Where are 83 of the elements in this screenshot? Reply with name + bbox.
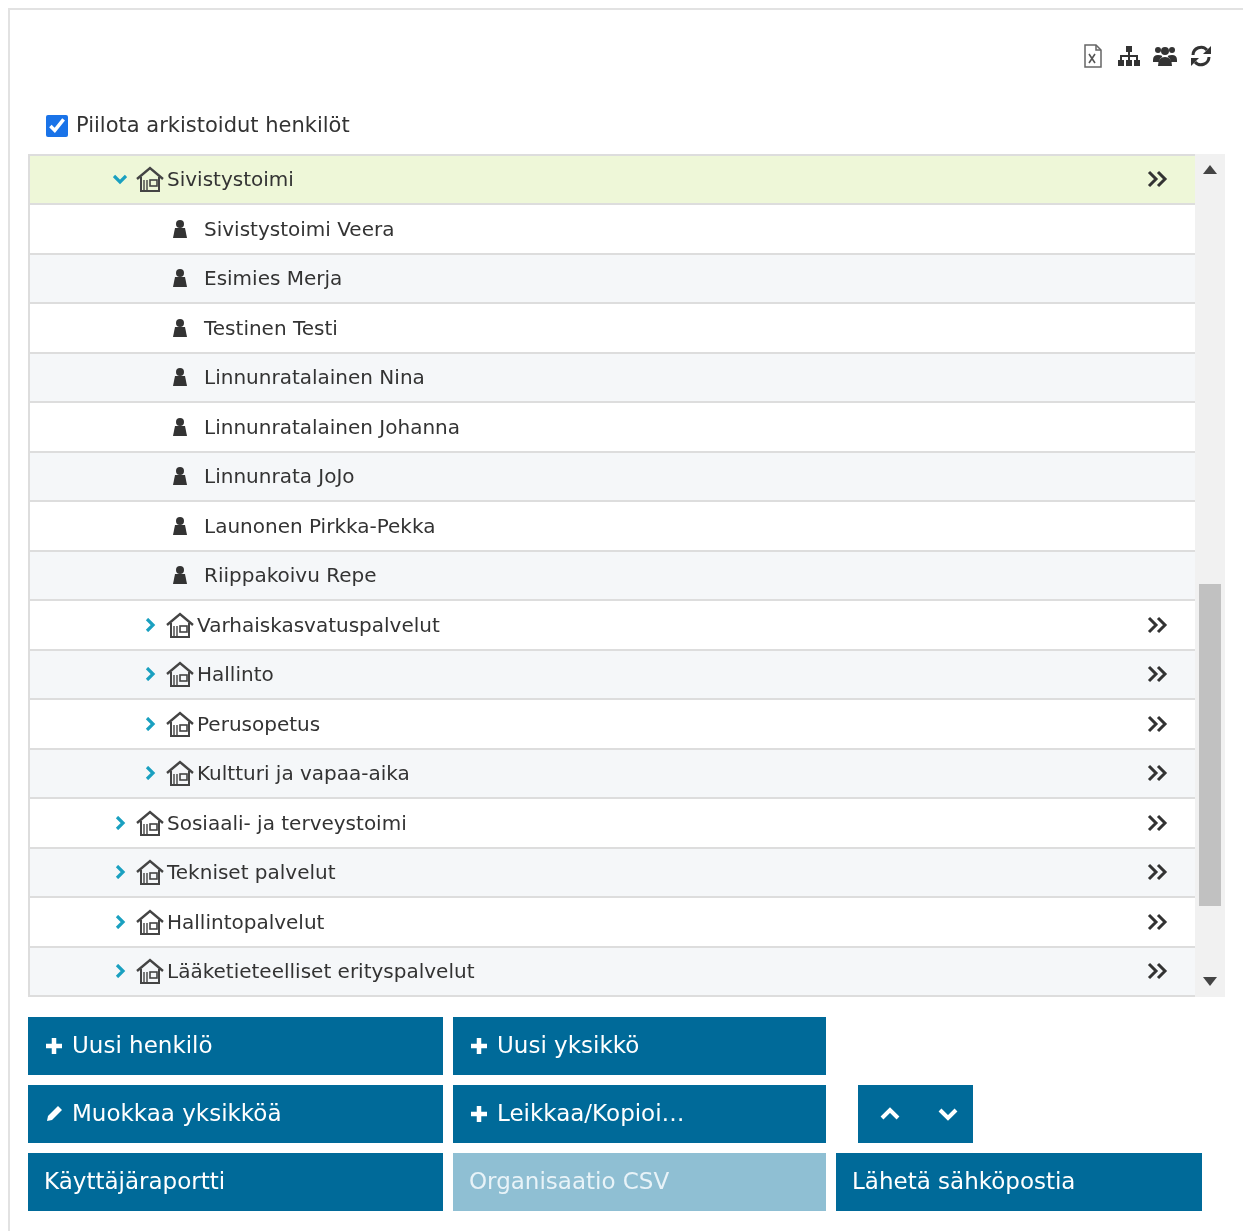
- tree-label: Sivistystoimi: [167, 167, 294, 192]
- house-icon: [165, 759, 195, 788]
- double-chevron-icon[interactable]: [1147, 912, 1169, 931]
- chevron-right-icon[interactable]: [113, 815, 127, 830]
- double-chevron-icon[interactable]: [1147, 665, 1169, 684]
- person-icon: [172, 416, 188, 437]
- tree-label: Riippakoivu Repe: [204, 563, 377, 588]
- tree-label: Kultturi ja vapaa-aika: [197, 761, 410, 786]
- tree-label: Lääketieteelliset erityspalvelut: [167, 959, 475, 984]
- chevron-right-icon[interactable]: [113, 914, 127, 929]
- house-icon: [165, 709, 195, 738]
- chevron-right-icon[interactable]: [143, 766, 157, 781]
- move-up-button[interactable]: [858, 1084, 922, 1143]
- chevron-down-icon[interactable]: [113, 172, 127, 187]
- tree-label: Linnunratalainen Johanna: [204, 414, 461, 439]
- tree-row[interactable]: Hallinto: [30, 650, 1195, 700]
- person-icon: [172, 466, 188, 487]
- double-chevron-icon[interactable]: [1147, 813, 1169, 832]
- action-button[interactable]: Uusi henkilö: [28, 1016, 443, 1075]
- house-icon: [165, 660, 195, 689]
- double-chevron-icon[interactable]: [1147, 714, 1169, 733]
- tree-label: Sosiaali- ja terveystoimi: [167, 810, 407, 835]
- spreadsheet-file-icon[interactable]: [1081, 44, 1105, 68]
- chevron-right-icon[interactable]: [143, 617, 157, 632]
- chevron-right-icon[interactable]: [113, 865, 127, 880]
- refresh-icon[interactable]: [1189, 44, 1213, 68]
- action-button[interactable]: Lähetä sähköpostia: [836, 1152, 1202, 1211]
- chevron-right-icon[interactable]: [113, 964, 127, 979]
- tree-row[interactable]: Riippakoivu Repe: [30, 551, 1195, 601]
- tree-label: Testinen Testi: [204, 315, 338, 340]
- tree-label: Linnunrata JoJo: [204, 464, 355, 489]
- plus-icon: [469, 1035, 489, 1056]
- house-icon: [135, 957, 165, 986]
- move-down-button[interactable]: [922, 1084, 973, 1143]
- org-chart-icon[interactable]: [1117, 44, 1141, 68]
- plus-icon: [469, 1103, 489, 1124]
- tree-label: Esimies Merja: [204, 266, 343, 291]
- tree-row[interactable]: Tekniset palvelut: [30, 848, 1195, 898]
- chevron-right-icon[interactable]: [143, 716, 157, 731]
- tree-label: Sivistystoimi Veera: [204, 216, 395, 241]
- tree-label: Linnunratalainen Nina: [204, 365, 425, 390]
- scroll-up-arrow-icon[interactable]: [1203, 163, 1217, 174]
- plus-icon: [44, 1035, 64, 1056]
- chevron-right-icon[interactable]: [143, 667, 157, 682]
- house-icon: [135, 165, 165, 194]
- double-chevron-icon[interactable]: [1147, 615, 1169, 634]
- pencil-icon: [44, 1103, 64, 1124]
- double-chevron-icon[interactable]: [1147, 863, 1169, 882]
- tree-row[interactable]: Esimies Merja: [30, 254, 1195, 304]
- person-icon: [172, 367, 188, 388]
- person-icon: [172, 565, 188, 586]
- house-icon: [135, 808, 165, 837]
- tree-label: Varhaiskasvatuspalvelut: [197, 612, 440, 637]
- person-icon: [172, 515, 188, 536]
- double-chevron-icon[interactable]: [1147, 170, 1169, 189]
- tree-row[interactable]: Linnunrata JoJo: [30, 452, 1195, 502]
- double-chevron-icon[interactable]: [1147, 962, 1169, 981]
- house-icon: [135, 858, 165, 887]
- tree-row[interactable]: Sivistystoimi: [30, 155, 1195, 205]
- tree-label: Hallinto: [197, 662, 274, 687]
- tree-row[interactable]: Lääketieteelliset erityspalvelut: [30, 947, 1195, 997]
- house-icon: [135, 907, 165, 936]
- tree-label: Launonen Pirkka-Pekka: [204, 513, 436, 538]
- action-button[interactable]: Uusi yksikkö: [453, 1016, 826, 1075]
- tree-label: Tekniset palvelut: [167, 860, 336, 885]
- checkbox-label: Piilota arkistoidut henkilöt: [76, 112, 350, 139]
- tree-label: Perusopetus: [197, 711, 321, 736]
- person-icon: [172, 268, 188, 289]
- person-icon: [172, 218, 188, 239]
- action-button[interactable]: Käyttäjäraportti: [28, 1152, 443, 1211]
- action-button[interactable]: Leikkaa/Kopioi…: [453, 1084, 826, 1143]
- scrollbar[interactable]: [1195, 153, 1225, 997]
- person-icon: [172, 317, 188, 338]
- house-icon: [165, 610, 195, 639]
- scroll-thumb[interactable]: [1199, 583, 1221, 906]
- checkbox[interactable]: [46, 114, 68, 137]
- group-icon[interactable]: [1153, 44, 1177, 68]
- action-button[interactable]: Muokkaa yksikköä: [28, 1084, 443, 1143]
- double-chevron-icon[interactable]: [1147, 764, 1169, 783]
- tree-row[interactable]: Linnunratalainen Nina: [30, 353, 1195, 403]
- scroll-down-arrow-icon[interactable]: [1203, 976, 1217, 987]
- tree-row[interactable]: Kultturi ja vapaa-aika: [30, 749, 1195, 799]
- tree-label: Hallintopalvelut: [167, 909, 325, 934]
